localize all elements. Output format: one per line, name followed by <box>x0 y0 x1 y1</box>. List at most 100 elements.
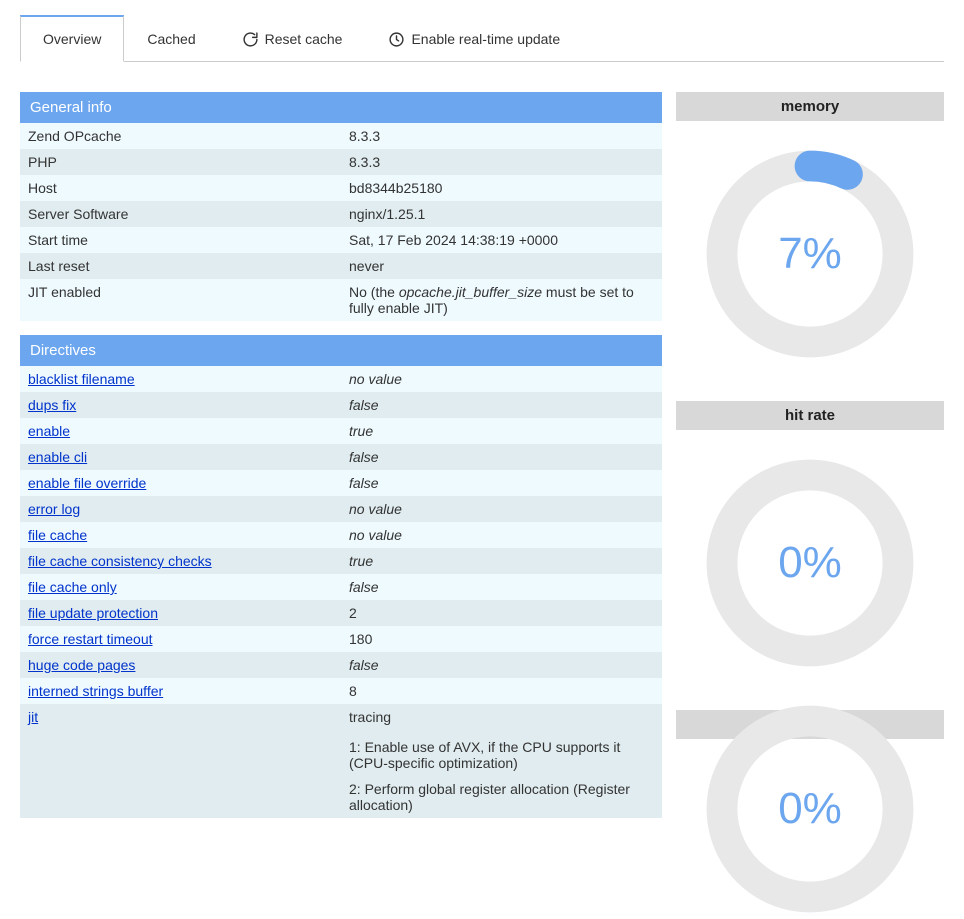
table-row: Last resetnever <box>20 253 662 279</box>
directive-label: enable <box>20 418 341 444</box>
tab-cached[interactable]: Cached <box>124 16 218 61</box>
directive-link[interactable]: jit <box>28 709 38 725</box>
info-value: never <box>341 253 662 279</box>
directive-link[interactable]: file cache consistency checks <box>28 553 212 569</box>
table-row: dups fix false <box>20 392 662 418</box>
directive-label: error log <box>20 496 341 522</box>
table-row: file update protection 2 <box>20 600 662 626</box>
directive-link[interactable]: enable cli <box>28 449 87 465</box>
general-info-table: Zend OPcache8.3.3PHP8.3.3Hostbd8344b2518… <box>20 123 662 321</box>
directive-label: blacklist filename <box>20 366 341 392</box>
directive-value: true <box>341 418 662 444</box>
table-row: jit tracing1: Enable use of AVX, if the C… <box>20 704 662 818</box>
directive-link[interactable]: dups fix <box>28 397 76 413</box>
directive-link[interactable]: file cache <box>28 527 87 543</box>
info-label: Start time <box>20 227 341 253</box>
directive-link[interactable]: file update protection <box>28 605 158 621</box>
directive-link[interactable]: file cache only <box>28 579 117 595</box>
hitrate-gauge-title: hit rate <box>676 401 944 430</box>
table-row: error log no value <box>20 496 662 522</box>
directive-link[interactable]: enable <box>28 423 70 439</box>
directives-header: Directives <box>20 335 662 366</box>
directive-label: file cache <box>20 522 341 548</box>
directive-value: 2 <box>341 600 662 626</box>
memory-gauge-percent: 7% <box>778 229 842 279</box>
memory-gauge-panel: memory 7% <box>676 92 944 387</box>
directives-table: blacklist filenameno valuedups fixfalsee… <box>20 366 662 818</box>
directive-label: file update protection <box>20 600 341 626</box>
directive-label: huge code pages <box>20 652 341 678</box>
directive-value: false <box>341 652 662 678</box>
directive-label: dups fix <box>20 392 341 418</box>
info-label: Server Software <box>20 201 341 227</box>
general-info-panel: General info Zend OPcache8.3.3PHP8.3.3Ho… <box>20 92 662 321</box>
directive-link[interactable]: force restart timeout <box>28 631 153 647</box>
general-info-header: General info <box>20 92 662 123</box>
directive-value: false <box>341 574 662 600</box>
keys-gauge-panel: keys 0% <box>676 710 944 879</box>
directive-link[interactable]: interned strings buffer <box>28 683 163 699</box>
keys-gauge-percent: 0% <box>778 784 842 834</box>
info-label: Zend OPcache <box>20 123 341 149</box>
directive-label: interned strings buffer <box>20 678 341 704</box>
directive-label: jit <box>20 704 341 818</box>
table-row: Zend OPcache8.3.3 <box>20 123 662 149</box>
directive-value: 8 <box>341 678 662 704</box>
tab-reset-cache[interactable]: Reset cache <box>219 16 366 62</box>
table-row: PHP8.3.3 <box>20 149 662 175</box>
info-value: No (the opcache.jit_buffer_size must be … <box>341 279 662 321</box>
directive-link[interactable]: blacklist filename <box>28 371 135 387</box>
directive-link[interactable]: error log <box>28 501 80 517</box>
table-row: huge code pages false <box>20 652 662 678</box>
directive-value: tracing1: Enable use of AVX, if the CPU … <box>341 704 662 818</box>
directive-label: force restart timeout <box>20 626 341 652</box>
table-row: Server Softwarenginx/1.25.1 <box>20 201 662 227</box>
tab-overview-label: Overview <box>43 31 101 47</box>
table-row: enable cli false <box>20 444 662 470</box>
table-row: file cache only false <box>20 574 662 600</box>
info-label: Last reset <box>20 253 341 279</box>
tab-overview[interactable]: Overview <box>20 15 124 62</box>
info-label: Host <box>20 175 341 201</box>
tab-bar: Overview Cached Reset cache Enable real-… <box>20 14 944 62</box>
table-row: blacklist filename no value <box>20 366 662 392</box>
directives-panel: Directives blacklist filenameno valuedup… <box>20 335 662 818</box>
directive-value: no value <box>341 496 662 522</box>
directive-label: enable file override <box>20 470 341 496</box>
info-label: PHP <box>20 149 341 175</box>
table-row: enable file overridefalse <box>20 470 662 496</box>
directive-value: false <box>341 392 662 418</box>
directive-label: file cache consistency checks <box>20 548 341 574</box>
keys-gauge: 0% <box>676 739 944 879</box>
hitrate-gauge: 0% <box>676 430 944 696</box>
tab-cached-label: Cached <box>147 31 195 47</box>
info-value: 8.3.3 <box>341 149 662 175</box>
directive-value: no value <box>341 366 662 392</box>
hitrate-gauge-percent: 0% <box>778 538 842 588</box>
directive-value: no value <box>341 522 662 548</box>
table-row: Start timeSat, 17 Feb 2024 14:38:19 +000… <box>20 227 662 253</box>
reset-icon <box>242 31 259 48</box>
directive-link[interactable]: enable file override <box>28 475 146 491</box>
table-row: Hostbd8344b25180 <box>20 175 662 201</box>
directive-value: false <box>341 444 662 470</box>
memory-gauge: 7% <box>676 121 944 387</box>
directive-label: file cache only <box>20 574 341 600</box>
tab-realtime-label: Enable real-time update <box>411 31 560 47</box>
directive-label: enable cli <box>20 444 341 470</box>
memory-gauge-title: memory <box>676 92 944 121</box>
table-row: file cache consistency checks true <box>20 548 662 574</box>
directive-value: true <box>341 548 662 574</box>
info-value: 8.3.3 <box>341 123 662 149</box>
tab-realtime-update[interactable]: Enable real-time update <box>365 16 583 62</box>
tab-reset-label: Reset cache <box>265 31 343 47</box>
info-value: nginx/1.25.1 <box>341 201 662 227</box>
info-value: Sat, 17 Feb 2024 14:38:19 +0000 <box>341 227 662 253</box>
table-row: JIT enabledNo (the opcache.jit_buffer_si… <box>20 279 662 321</box>
hitrate-gauge-panel: hit rate 0% <box>676 401 944 696</box>
info-value: bd8344b25180 <box>341 175 662 201</box>
table-row: enable true <box>20 418 662 444</box>
directive-link[interactable]: huge code pages <box>28 657 135 673</box>
clock-icon <box>388 31 405 48</box>
table-row: file cache no value <box>20 522 662 548</box>
